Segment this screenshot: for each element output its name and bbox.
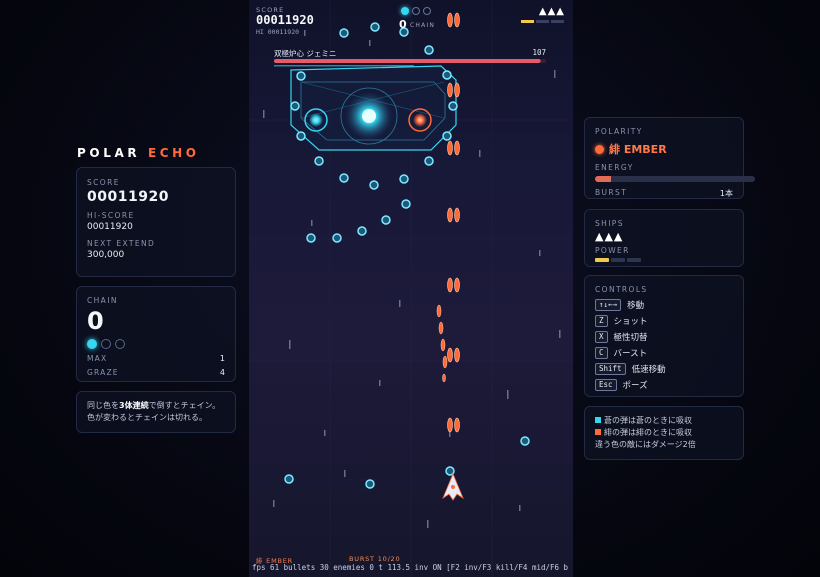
key-cap: ↑↓←→ bbox=[595, 298, 622, 311]
legend-azure: 蒼の弾は蒼のときに吸収 bbox=[595, 415, 733, 427]
ships-card: SHIPS ▲▲▲ POWER bbox=[584, 209, 744, 267]
burst-label: BURST bbox=[595, 188, 628, 197]
chain-dot bbox=[115, 339, 125, 349]
control-row: ↑↓←→ 移動 bbox=[595, 298, 733, 311]
boss-hp-value: 107 bbox=[532, 48, 546, 57]
chain-dots bbox=[87, 339, 225, 349]
legend-ember: 緋の弾は緋のときに吸収 bbox=[595, 427, 733, 439]
control-row: C バースト bbox=[595, 346, 733, 359]
graze-row: GRAZE 4 bbox=[87, 368, 225, 377]
extend-value: 300,000 bbox=[87, 250, 125, 260]
legend-card: 蒼の弾は蒼のときに吸収 緋の弾は緋のときに吸収 違う色の敵にはダメージ2倍 bbox=[584, 406, 744, 460]
boss-gemini bbox=[290, 65, 457, 151]
hud-chain-label: CHAIN bbox=[410, 22, 436, 29]
control-row: Z ショット bbox=[595, 314, 733, 327]
hud-chain-dots bbox=[401, 7, 431, 15]
control-row: X 極性切替 bbox=[595, 330, 733, 343]
control-row: Shift 低速移動 bbox=[595, 362, 733, 375]
field-canvas bbox=[249, 0, 573, 577]
hud-score: 00011920 bbox=[256, 13, 314, 27]
hud-hiscore: HI 00011920 bbox=[256, 28, 300, 36]
chain-value: 0 bbox=[87, 307, 104, 335]
game-field[interactable]: SCORE 00011920 HI 00011920 0 CHAIN ▲▲▲ 双… bbox=[249, 0, 573, 577]
score-label: SCORE bbox=[87, 178, 120, 187]
hud-power-bar bbox=[521, 20, 564, 23]
player-ship-icon bbox=[442, 472, 464, 501]
power-segment bbox=[595, 258, 609, 262]
key-cap: C bbox=[595, 346, 608, 359]
debug-overlay: fps 61 bullets 30 enemies 0 t 113.5 inv … bbox=[252, 563, 569, 572]
boss-name: 双極炉心 ジェミニ bbox=[274, 49, 337, 58]
power-label: POWER bbox=[595, 246, 630, 255]
key-cap: Z bbox=[595, 314, 608, 327]
control-action: 低速移動 bbox=[631, 364, 666, 375]
polarity-value: 緋 EMBER bbox=[609, 143, 667, 156]
control-row: Esc ポーズ bbox=[595, 378, 733, 391]
power-segment bbox=[627, 258, 641, 262]
score-card: SCORE 00011920 HI-SCORE 00011920 NEXT EX… bbox=[76, 167, 236, 277]
burst-value: 1本 bbox=[719, 189, 733, 198]
chain-label: CHAIN bbox=[87, 296, 118, 305]
control-action: 移動 bbox=[627, 300, 645, 311]
control-action: ポーズ bbox=[622, 380, 648, 391]
control-action: 極性切替 bbox=[613, 332, 648, 343]
chain-dot bbox=[101, 339, 111, 349]
controls-card: CONTROLS ↑↓←→ 移動 Z ショット X 極性切替 C バースト Shift 低速移動 E… bbox=[584, 275, 744, 397]
hud-chain: 0 bbox=[399, 18, 407, 31]
hiscore-label: HI-SCORE bbox=[87, 211, 135, 220]
control-action: バースト bbox=[613, 348, 648, 359]
game-logo: POLAR ECHO bbox=[77, 146, 200, 160]
chain-card: CHAIN 0 MAX 1 GRAZE 4 bbox=[76, 286, 236, 382]
hiscore-value: 00011920 bbox=[87, 222, 133, 232]
hud-burst: BURST 10/20 bbox=[349, 555, 401, 563]
ships-icons: ▲▲▲ bbox=[595, 230, 624, 243]
polarity-label: POLARITY bbox=[595, 127, 643, 136]
key-cap: Shift bbox=[595, 362, 626, 375]
extend-label: NEXT EXTEND bbox=[87, 239, 156, 248]
score-value: 00011920 bbox=[87, 189, 169, 205]
legend-damage: 違う色の敵にはダメージ2倍 bbox=[595, 440, 696, 449]
power-bar bbox=[595, 258, 733, 262]
key-cap: Esc bbox=[595, 378, 617, 391]
max-row: MAX 1 bbox=[87, 354, 225, 363]
ember-dot-icon bbox=[595, 144, 604, 154]
control-action: ショット bbox=[613, 316, 648, 327]
chain-hint: 同じ色を3体連続で倒すとチェイン。 色が変わるとチェインは切れる。 bbox=[76, 391, 236, 433]
key-cap: X bbox=[595, 330, 608, 343]
polarity-card: POLARITY 緋 EMBER ENERGY BURST 1本 bbox=[584, 117, 755, 199]
power-segment bbox=[611, 258, 625, 262]
energy-bar bbox=[595, 176, 755, 182]
hud-ships: ▲▲▲ bbox=[538, 6, 565, 17]
energy-label: ENERGY bbox=[595, 163, 634, 172]
controls-label: CONTROLS bbox=[595, 285, 648, 294]
ships-label: SHIPS bbox=[595, 219, 624, 228]
boss-hp-fill bbox=[274, 59, 541, 63]
chain-dot bbox=[87, 339, 97, 349]
